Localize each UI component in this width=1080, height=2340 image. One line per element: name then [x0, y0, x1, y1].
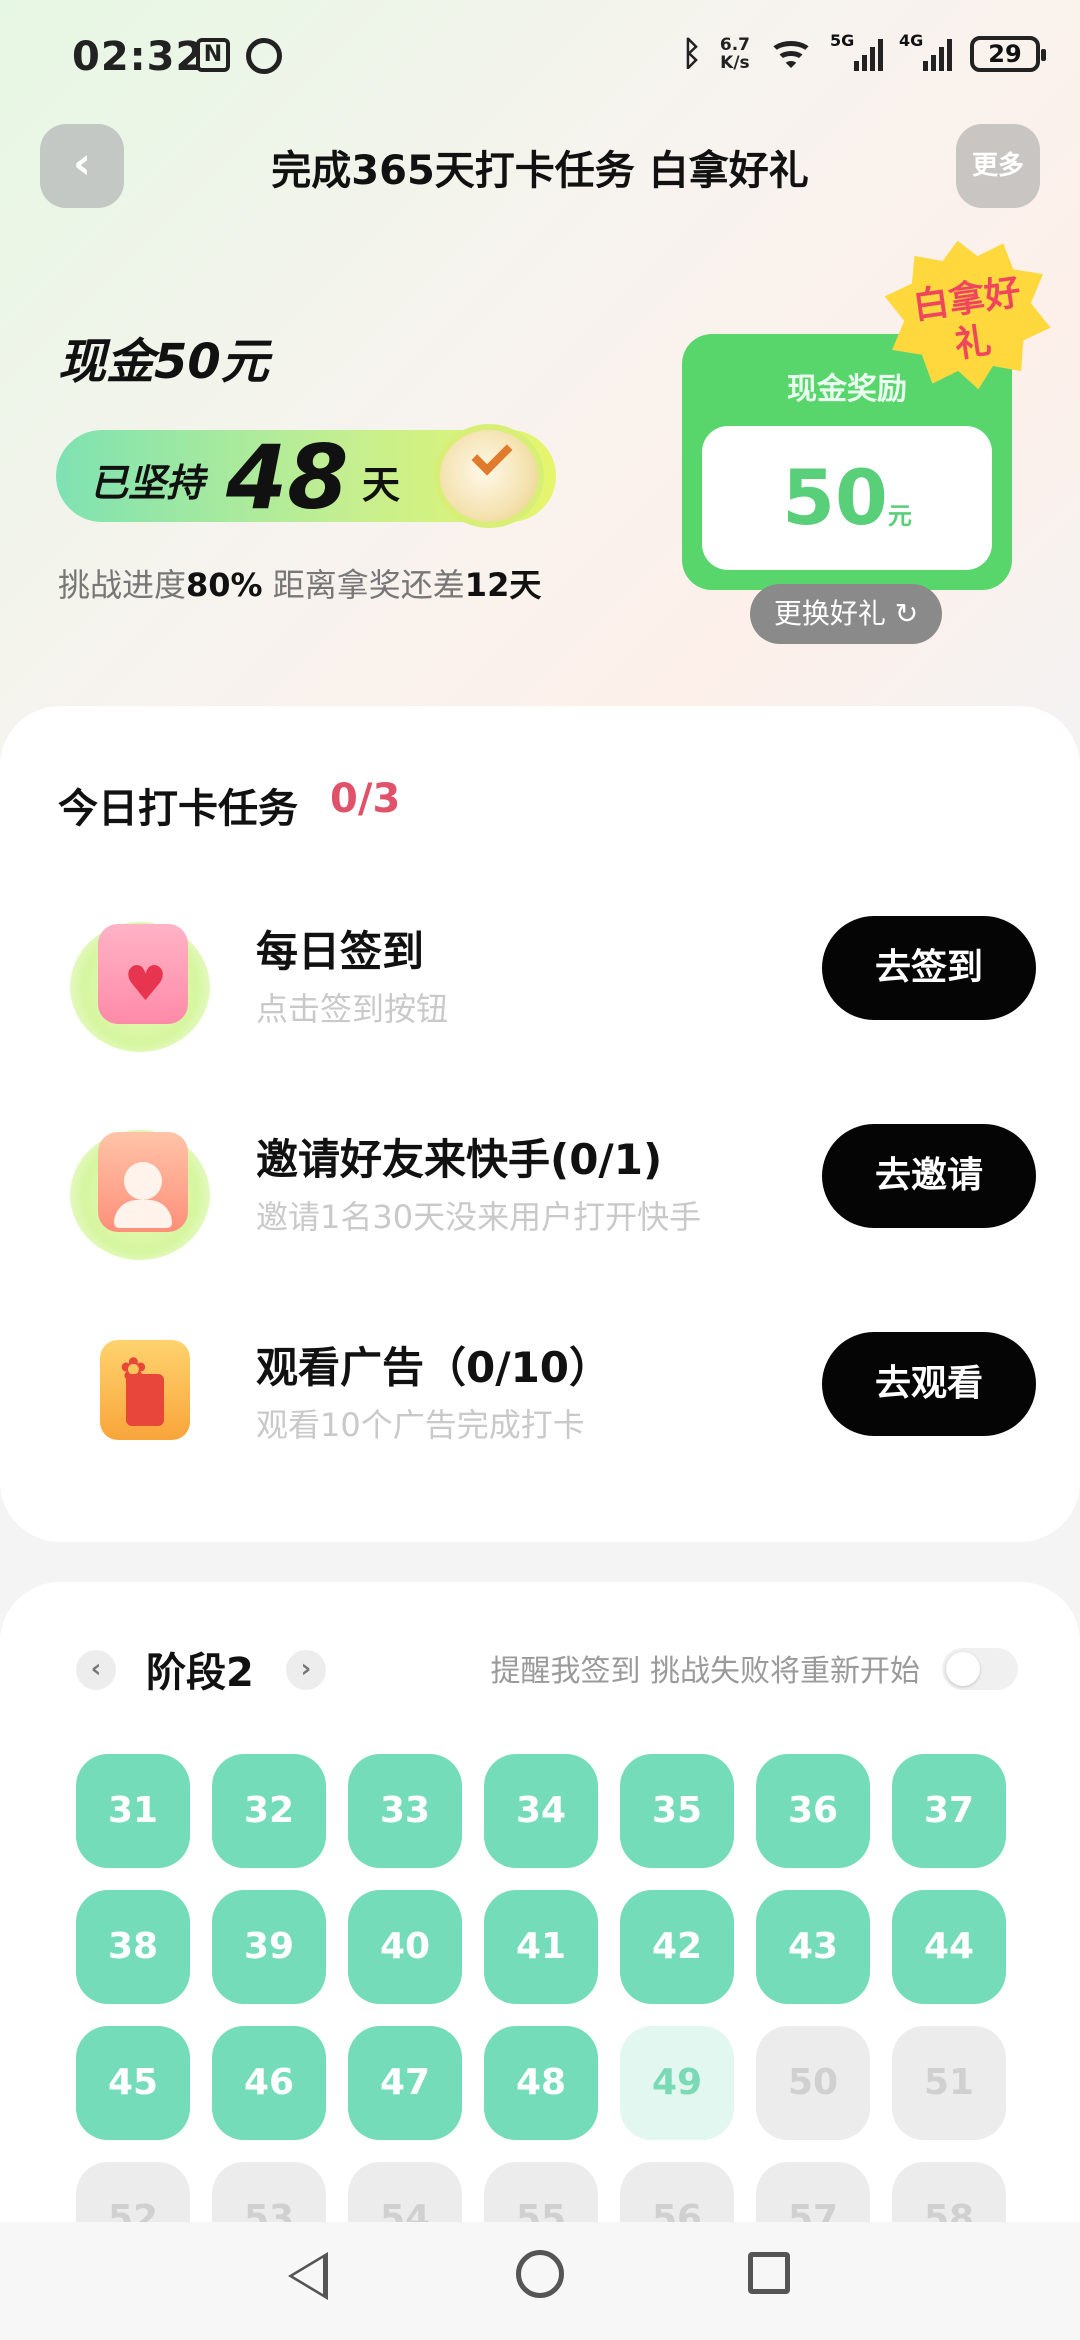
streak-days: 48 — [226, 426, 349, 529]
day-cell: 32 — [212, 1754, 326, 1868]
signal-4g-icon: 4G — [899, 31, 952, 71]
task-row-ads: ✿ 观看广告（0/10） 观看10个广告完成打卡 去观看 — [0, 1328, 1080, 1498]
streak-prefix: 已坚持 — [90, 461, 205, 505]
day-cell: 50 — [756, 2026, 870, 2140]
reminder-label: 提醒我签到 挑战失败将重新开始 — [490, 1654, 920, 1689]
calendar-heart-icon: ♥ — [70, 912, 210, 1052]
progress-percent: 80% — [186, 566, 263, 604]
task-title: 观看广告（0/10） — [256, 1343, 612, 1392]
nav-recent-icon[interactable] — [748, 2252, 790, 2294]
day-cell: 36 — [756, 1754, 870, 1868]
alarm-icon — [246, 38, 282, 74]
task-title: 每日签到 — [256, 927, 425, 976]
task-row-invite: 邀请好友来快手(0/1) 邀请1名30天没来用户打开快手 去邀请 — [0, 1120, 1080, 1290]
network-speed-unit: K/s — [720, 53, 750, 73]
bluetooth-icon: ᛒ — [681, 34, 702, 74]
status-time: 02:32 — [72, 34, 205, 80]
task-subtitle: 点击签到按钮 — [256, 990, 449, 1028]
day-cell: 43 — [756, 1890, 870, 2004]
streak-suffix: 天 — [362, 463, 401, 507]
day-cell: 48 — [484, 2026, 598, 2140]
battery-icon: 29 — [970, 36, 1046, 72]
day-cell: 33 — [348, 1754, 462, 1868]
days-left: 12天 — [464, 566, 542, 604]
day-grid: 31 32 33 34 35 36 37 38 39 40 41 42 43 44 45 46 47 48 49 50… — [76, 1754, 1006, 2276]
signal-4g-label: 4G — [899, 31, 924, 50]
gift-box-icon: ✿ — [70, 1328, 210, 1468]
reward-amount: 50 — [782, 453, 888, 542]
invite-user-icon — [70, 1120, 210, 1260]
reminder-toggle[interactable] — [942, 1648, 1018, 1690]
day-cell: 44 — [892, 1890, 1006, 2004]
day-cell: 37 — [892, 1754, 1006, 1868]
day-cell: 47 — [348, 2026, 462, 2140]
day-cell: 40 — [348, 1890, 462, 2004]
wifi-icon — [768, 37, 814, 71]
day-cell: 41 — [484, 1890, 598, 2004]
progress-middle: 距离拿奖还差 — [262, 566, 465, 604]
stage-title: 阶段2 — [146, 1650, 254, 1696]
status-bar: 02:32 N ᛒ 6.7 K/s 5G 4G 29 — [0, 0, 1080, 120]
stage-prev-button[interactable]: ‹ — [76, 1650, 116, 1690]
streak-pill: 已坚持 48 天 — [56, 424, 556, 529]
day-cell: 31 — [76, 1754, 190, 1868]
status-right: ᛒ 6.7 K/s 5G 4G 29 — [681, 31, 1046, 74]
day-cell: 39 — [212, 1890, 326, 2004]
network-speed: 6.7 K/s — [720, 36, 750, 72]
day-cell: 34 — [484, 1754, 598, 1868]
signal-5g-label: 5G — [830, 31, 855, 50]
day-cell: 38 — [76, 1890, 190, 2004]
more-button[interactable]: 更多 — [956, 124, 1040, 208]
day-cell: 46 — [212, 2026, 326, 2140]
signal-5g-icon: 5G — [830, 31, 883, 71]
tasks-header: 今日打卡任务 — [58, 786, 298, 832]
stage-next-button[interactable]: › — [286, 1650, 326, 1690]
cash-title: 现金50元 — [58, 334, 269, 390]
day-cell: 45 — [76, 2026, 190, 2140]
page-title: 完成365天打卡任务 白拿好礼 — [271, 148, 809, 194]
progress-text: 挑战进度80% 距离拿奖还差12天 — [58, 560, 541, 606]
tasks-count: 0/3 — [330, 776, 401, 822]
invite-button[interactable]: 去邀请 — [822, 1124, 1036, 1228]
swap-gift-button[interactable]: 更换好礼 ↻ — [750, 584, 942, 644]
task-row-checkin: ♥ 每日签到 点击签到按钮 去签到 — [0, 912, 1080, 1082]
day-cell: 35 — [620, 1754, 734, 1868]
reward-unit: 元 — [887, 502, 912, 530]
network-speed-value: 6.7 — [719, 35, 750, 55]
task-subtitle: 观看10个广告完成打卡 — [256, 1406, 585, 1444]
day-cell: 51 — [892, 2026, 1006, 2140]
task-subtitle: 邀请1名30天没来用户打开快手 — [256, 1198, 702, 1236]
nav-home-icon[interactable] — [516, 2250, 564, 2298]
nav-back-icon[interactable] — [288, 2252, 328, 2300]
watch-ads-button[interactable]: 去观看 — [822, 1332, 1036, 1436]
checkmark-badge-icon — [434, 424, 544, 528]
checkin-button[interactable]: 去签到 — [822, 916, 1036, 1020]
day-cell: 42 — [620, 1890, 734, 2004]
task-title: 邀请好友来快手(0/1) — [256, 1135, 663, 1184]
day-cell: 49 — [620, 2026, 734, 2140]
toggle-knob — [946, 1652, 980, 1686]
nfc-icon: N — [196, 38, 230, 72]
reward-amount-box: 50元 — [702, 426, 992, 570]
progress-prefix: 挑战进度 — [58, 566, 187, 604]
tasks-card: 今日打卡任务 0/3 ♥ 每日签到 点击签到按钮 去签到 邀请好友来快手(0/1… — [0, 706, 1080, 1542]
nav-bar — [0, 2222, 1080, 2340]
